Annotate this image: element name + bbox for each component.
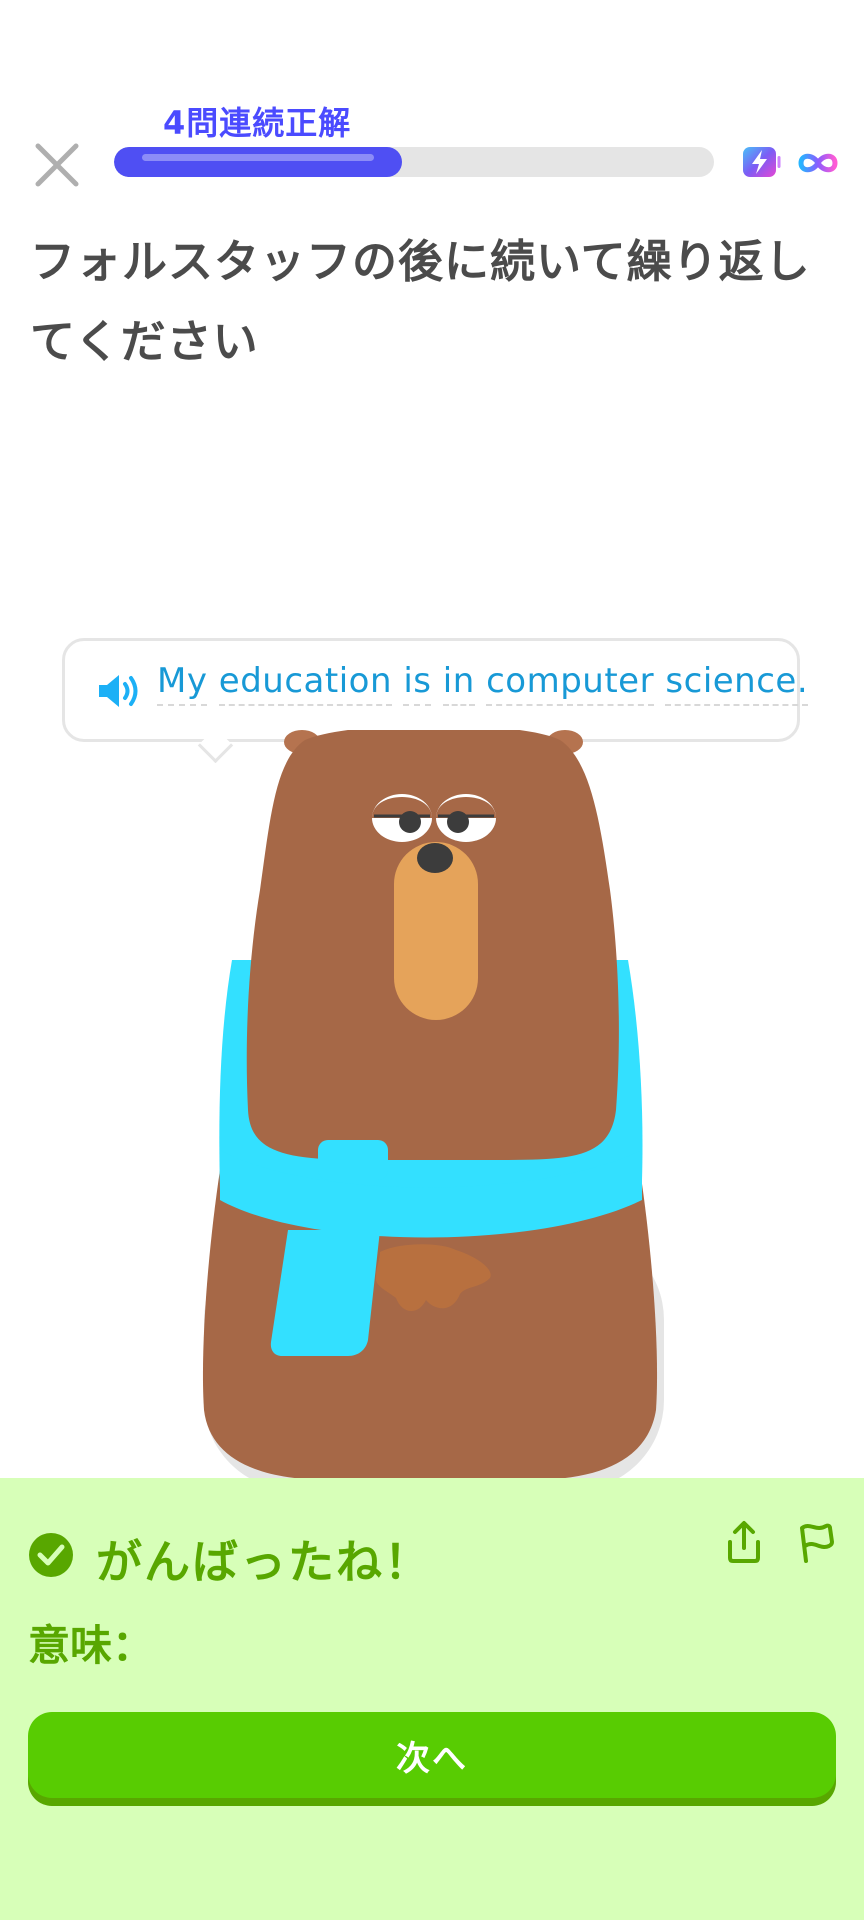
speaker-icon[interactable] [97,673,143,709]
streak-label: 4問連続正解 [163,104,352,142]
word-token[interactable]: science. [665,661,809,706]
energy-icon[interactable] [742,146,782,178]
close-icon [35,143,79,187]
lesson-progress-bar [114,147,714,177]
word-token[interactable]: My [157,661,208,706]
meaning-label: 意味： [28,1621,155,1670]
feedback-title: がんばったね！ [96,1535,432,1589]
speech-bubble: My education is in computer science. [62,638,809,764]
progress-shine [142,154,374,161]
feedback-panel: がんばったね！ 意味： 次へ [0,1478,864,1920]
progress-fill [114,147,402,177]
word-token[interactable]: education [218,661,392,706]
close-button[interactable] [32,140,82,190]
word-token[interactable]: is [403,661,432,706]
share-icon[interactable] [724,1520,764,1564]
word-token[interactable]: in [442,661,475,706]
sentence: My education is in computer science. [157,661,809,706]
next-button[interactable]: 次へ [28,1712,836,1798]
infinity-icon [798,153,838,173]
instruction-text: フォルスタッフの後に続いて繰り返してください [30,235,811,368]
flag-icon[interactable] [796,1520,836,1564]
bear-character-illustration [202,730,664,1490]
check-circle-icon [29,1533,73,1577]
word-token[interactable]: computer [486,661,655,706]
